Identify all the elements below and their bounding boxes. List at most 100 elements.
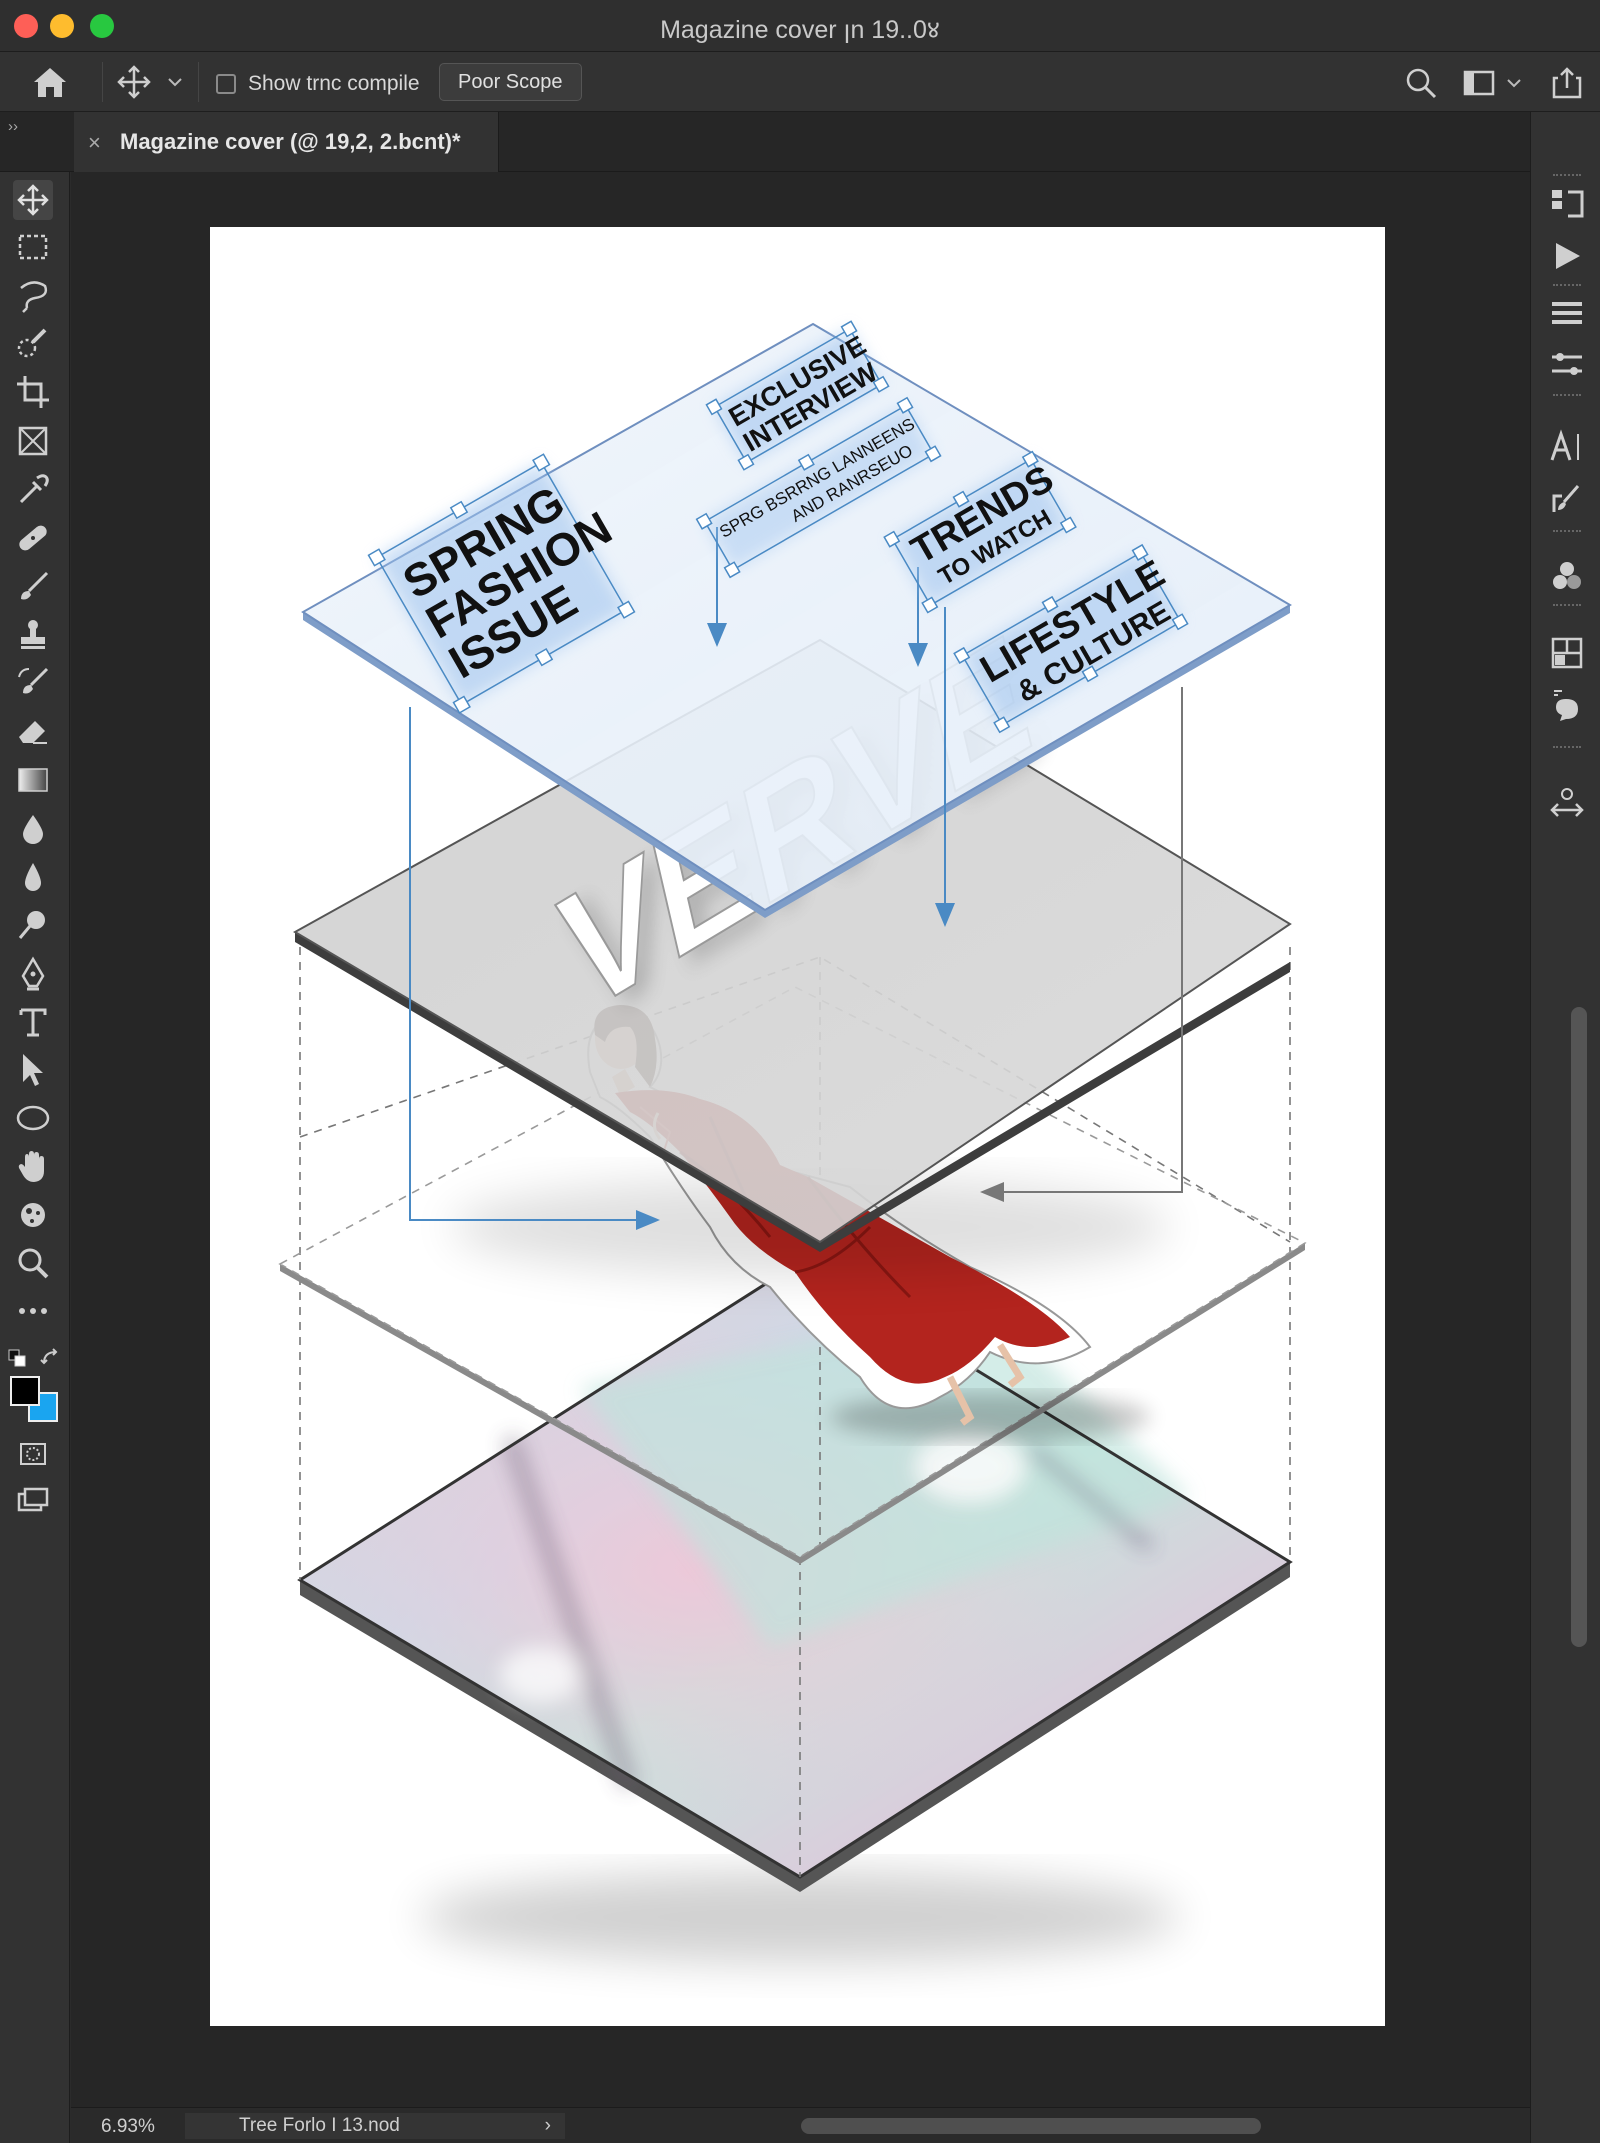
history-brush-tool[interactable] bbox=[13, 663, 53, 703]
panel-grip[interactable] bbox=[1553, 394, 1581, 398]
crop-tool[interactable] bbox=[13, 372, 53, 412]
libraries-panel-button[interactable] bbox=[1548, 687, 1586, 725]
panel-grip[interactable] bbox=[1553, 604, 1581, 608]
brush-settings-icon bbox=[1552, 485, 1580, 512]
path-select-tool[interactable] bbox=[13, 1050, 53, 1090]
home-button[interactable] bbox=[30, 64, 70, 100]
panel-grip[interactable] bbox=[1553, 530, 1581, 534]
libraries-icon bbox=[1554, 690, 1578, 721]
blur-tool[interactable] bbox=[13, 809, 53, 849]
layers-panel-button[interactable] bbox=[1548, 294, 1586, 332]
document-canvas[interactable]: VERVE VERVE SPRING FASHION ISSUE bbox=[210, 227, 1385, 2026]
dodge-icon bbox=[18, 911, 45, 939]
frame-tool[interactable] bbox=[13, 421, 53, 461]
foreground-color-swatch[interactable] bbox=[10, 1376, 40, 1406]
swap-arrows-icon bbox=[40, 1348, 58, 1365]
type-tool[interactable] bbox=[13, 1002, 53, 1042]
quick-mask-icon bbox=[20, 1443, 46, 1465]
properties-panel-button[interactable] bbox=[1548, 634, 1586, 672]
tab-magazine-cover[interactable]: × Magazine cover (@ 19,2, 2.bcnt)* bbox=[74, 112, 499, 172]
history-panel-button[interactable] bbox=[1548, 184, 1586, 222]
sharpen-icon bbox=[25, 863, 41, 891]
status-bar: 6.93% Tree Forlo I 13.nod › bbox=[71, 2107, 1530, 2143]
blur-icon bbox=[23, 815, 43, 844]
document-info[interactable]: Tree Forlo I 13.nod › bbox=[185, 2113, 565, 2139]
ellipse-icon bbox=[16, 1105, 50, 1131]
eyedropper-tool[interactable] bbox=[13, 470, 53, 510]
actions-icon bbox=[1556, 243, 1580, 269]
title-bar: Magazine cover ꞁn 19..0४ bbox=[0, 0, 1600, 52]
eraser-tool[interactable] bbox=[13, 711, 53, 751]
ellipse-tool[interactable] bbox=[13, 1098, 53, 1138]
screen-mode-button[interactable] bbox=[13, 1480, 53, 1520]
healing-icon bbox=[19, 525, 47, 551]
zoom-level[interactable]: 6.93% bbox=[101, 2116, 155, 2138]
options-separator bbox=[102, 62, 103, 102]
panel-grip[interactable] bbox=[1553, 746, 1581, 750]
more-icon bbox=[19, 1308, 47, 1314]
default-colors-button[interactable] bbox=[8, 1349, 28, 1369]
search-button[interactable] bbox=[1404, 66, 1438, 100]
lasso-icon bbox=[20, 281, 48, 313]
home-icon bbox=[34, 68, 66, 97]
document-tab-strip: ›› × Magazine cover (@ 19,2, 2.bcnt)* ‹‹ bbox=[0, 112, 1600, 172]
hand-icon bbox=[18, 1151, 44, 1182]
quick-select-tool[interactable] bbox=[13, 324, 53, 364]
color-panel-button[interactable] bbox=[1548, 557, 1586, 595]
brush-settings-panel-button[interactable] bbox=[1548, 480, 1586, 518]
sharpen-tool[interactable] bbox=[13, 857, 53, 897]
layers-icon bbox=[1552, 302, 1582, 324]
background-photo-layer bbox=[297, 1260, 1293, 1892]
stamp-tool[interactable] bbox=[13, 615, 53, 655]
workspace-button[interactable] bbox=[1462, 66, 1496, 100]
exploded-layers-artwork: VERVE VERVE SPRING FASHION ISSUE bbox=[278, 320, 1307, 1962]
panel-grip[interactable] bbox=[1553, 174, 1581, 178]
quick-select-icon bbox=[17, 328, 47, 358]
workspace-icon bbox=[1463, 70, 1495, 96]
transform-panel-button[interactable] bbox=[1548, 784, 1586, 822]
chevron-right-icon[interactable]: › bbox=[545, 2113, 551, 2139]
tools-panel bbox=[0, 172, 70, 2143]
move-icon bbox=[17, 184, 49, 216]
collapse-left-panel-button[interactable]: ›› bbox=[8, 118, 18, 135]
stamp-icon bbox=[21, 620, 45, 649]
move-icon bbox=[117, 65, 151, 99]
workspace-dropdown[interactable] bbox=[1504, 66, 1524, 100]
preset-dropdown[interactable] bbox=[165, 72, 185, 92]
adjustments-panel-button[interactable] bbox=[1548, 345, 1586, 383]
swap-colors-button[interactable] bbox=[40, 1347, 62, 1369]
zoom-tool[interactable] bbox=[13, 1243, 53, 1283]
panel-grip[interactable] bbox=[1553, 284, 1581, 288]
character-panel-button[interactable] bbox=[1548, 428, 1586, 466]
checkbox-box[interactable] bbox=[216, 74, 236, 94]
pen-tool[interactable] bbox=[13, 954, 53, 994]
share-icon bbox=[1552, 67, 1582, 99]
search-icon bbox=[1406, 68, 1437, 99]
move-tool-preset-button[interactable] bbox=[116, 64, 152, 100]
move-tool[interactable] bbox=[13, 180, 53, 220]
dodge-tool[interactable] bbox=[13, 905, 53, 945]
marquee-tool[interactable] bbox=[13, 227, 53, 267]
healing-tool[interactable] bbox=[13, 518, 53, 558]
quick-mask-button[interactable] bbox=[13, 1434, 53, 1474]
lasso-tool[interactable] bbox=[13, 276, 53, 316]
vertical-scrollbar[interactable] bbox=[1571, 1007, 1587, 1647]
rotate-view-icon bbox=[21, 1203, 45, 1227]
chevron-down-icon bbox=[168, 78, 182, 87]
show-transform-controls-checkbox[interactable]: Show trnc compile bbox=[216, 72, 420, 96]
actions-panel-button[interactable] bbox=[1548, 237, 1586, 275]
brush-tool[interactable] bbox=[13, 567, 53, 607]
horizontal-scrollbar[interactable] bbox=[801, 2118, 1261, 2134]
more-tools-button[interactable] bbox=[13, 1291, 53, 1331]
properties-icon bbox=[1551, 637, 1583, 669]
tab-close-icon[interactable]: × bbox=[88, 130, 101, 156]
gradient-tool[interactable] bbox=[13, 760, 53, 800]
screen-mode-icon bbox=[17, 1487, 49, 1512]
history-icon bbox=[1552, 190, 1584, 218]
type-icon bbox=[19, 1008, 47, 1037]
share-button[interactable] bbox=[1550, 66, 1584, 100]
hand-tool[interactable] bbox=[13, 1147, 53, 1187]
scope-button[interactable]: Poor Scope bbox=[439, 63, 582, 101]
zoom-icon bbox=[18, 1248, 49, 1279]
rotate-view-tool[interactable] bbox=[13, 1195, 53, 1235]
